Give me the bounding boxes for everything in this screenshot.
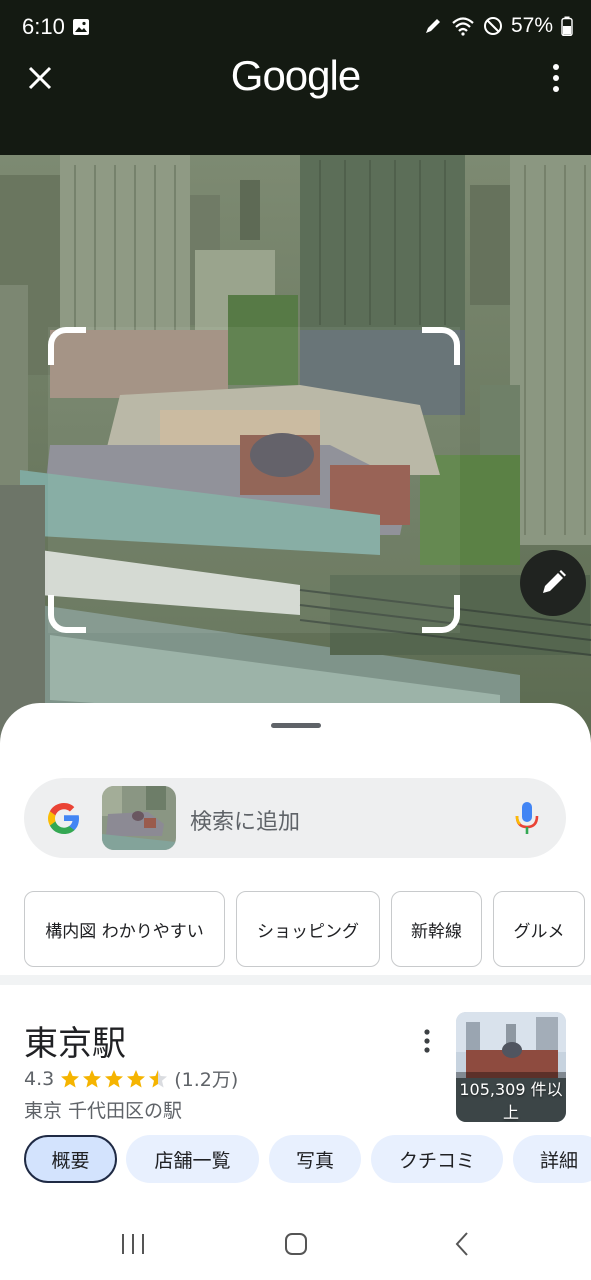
status-time: 6:10 bbox=[22, 14, 65, 39]
battery-icon bbox=[561, 16, 573, 36]
search-bar[interactable]: 検索に追加 bbox=[24, 778, 566, 858]
battery-percent: 57% bbox=[510, 14, 553, 37]
place-photo[interactable]: 105,309 件以上 bbox=[456, 1012, 566, 1122]
recent-apps-icon[interactable] bbox=[120, 1232, 146, 1256]
rating-value: 4.3 bbox=[24, 1067, 55, 1090]
chip-shopping[interactable]: ショッピング bbox=[236, 891, 380, 967]
status-icons: 57% bbox=[423, 14, 573, 38]
system-nav-bar bbox=[0, 1210, 591, 1280]
chip-gourmet[interactable]: グルメ bbox=[493, 891, 585, 967]
chip-floor-map[interactable]: 構内図 わかりやすい bbox=[24, 891, 225, 967]
tab-stores[interactable]: 店舗一覧 bbox=[126, 1135, 259, 1183]
selection-corner-top-right[interactable] bbox=[422, 327, 460, 365]
microphone-icon[interactable] bbox=[514, 800, 540, 836]
star-icon bbox=[61, 1069, 80, 1087]
star-icon bbox=[105, 1069, 124, 1087]
photo-count: 105,309 件以上 bbox=[459, 1080, 563, 1122]
back-icon[interactable] bbox=[454, 1231, 470, 1257]
place-title[interactable]: 東京駅 bbox=[24, 1016, 126, 1065]
review-count: (1.2万) bbox=[174, 1069, 239, 1091]
selection-frame[interactable] bbox=[48, 327, 460, 633]
star-icon bbox=[83, 1069, 102, 1087]
pencil-icon bbox=[543, 570, 566, 593]
tab-reviews[interactable]: クチコミ bbox=[371, 1135, 503, 1183]
search-photo[interactable] bbox=[0, 155, 591, 755]
star-half-icon bbox=[149, 1069, 168, 1087]
tab-photos[interactable]: 写真 bbox=[269, 1135, 361, 1183]
tab-details[interactable]: 詳細 bbox=[513, 1135, 591, 1183]
tab-overview[interactable]: 概要 bbox=[24, 1135, 117, 1183]
more-options-icon[interactable] bbox=[420, 1028, 434, 1054]
search-input[interactable]: 検索に追加 bbox=[190, 804, 300, 836]
star-icon bbox=[127, 1069, 146, 1087]
home-icon[interactable] bbox=[284, 1232, 308, 1256]
status-bar: 6:10 57% bbox=[0, 0, 591, 56]
rating-stars bbox=[60, 1069, 168, 1089]
rating-row: 4.3 (1.2万) bbox=[24, 1065, 238, 1092]
pen-status-icon bbox=[425, 19, 440, 33]
drag-handle[interactable] bbox=[271, 723, 321, 728]
gallery-icon bbox=[73, 19, 89, 35]
place-subtitle: 東京 千代田区の駅 bbox=[24, 1100, 183, 1122]
google-logo: Google bbox=[230, 52, 361, 99]
chip-shinkansen[interactable]: 新幹線 bbox=[391, 891, 482, 967]
more-vert-icon[interactable] bbox=[551, 62, 561, 94]
selection-corner-bottom-left[interactable] bbox=[48, 595, 86, 633]
top-bar: 6:10 57% Google bbox=[0, 0, 591, 155]
edit-button[interactable] bbox=[520, 550, 586, 616]
place-tabs: 概要 店舗一覧 写真 クチコミ 詳細 bbox=[24, 1135, 591, 1185]
suggestion-chips: 構内図 わかりやすい ショッピング 新幹線 グルメ bbox=[24, 891, 591, 967]
selection-corner-top-left[interactable] bbox=[48, 327, 86, 365]
google-g-icon bbox=[48, 803, 79, 834]
selection-corner-bottom-right[interactable] bbox=[422, 595, 460, 633]
query-image-thumbnail[interactable] bbox=[102, 786, 176, 850]
section-divider bbox=[0, 975, 591, 985]
results-sheet: 検索に追加 構内図 わかりやすい ショッピング 新幹線 グルメ 東京駅 4.3 … bbox=[0, 703, 591, 1280]
do-not-disturb-icon bbox=[483, 17, 502, 35]
wifi-icon bbox=[452, 17, 474, 36]
